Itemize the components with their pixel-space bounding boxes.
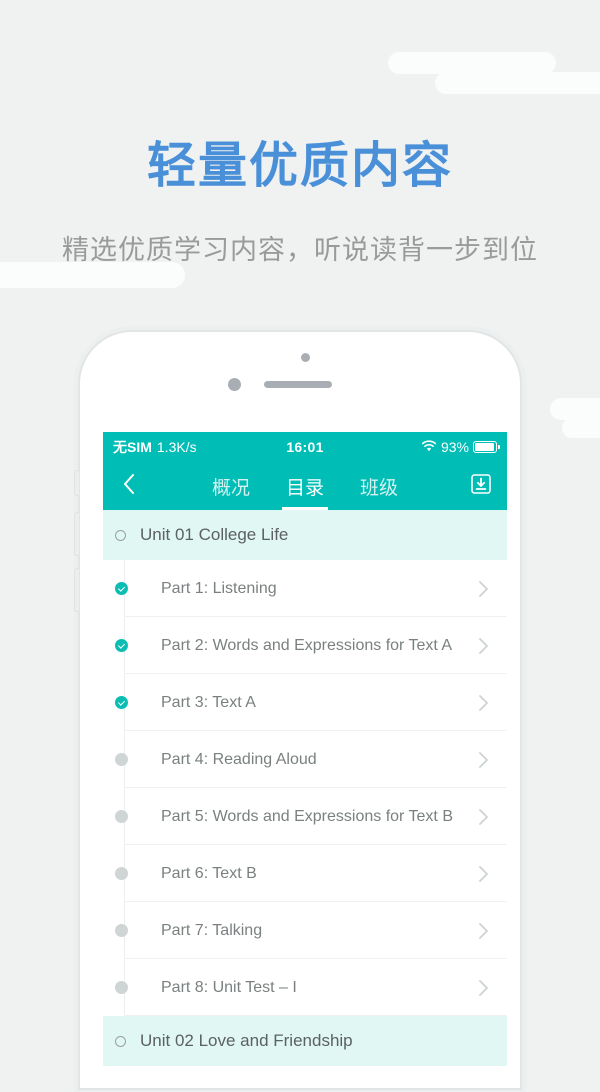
part-title: Part 4: Reading Aloud bbox=[161, 750, 317, 768]
part-title: Part 6: Text B bbox=[161, 864, 257, 882]
download-icon bbox=[470, 473, 492, 500]
chevron-right-icon bbox=[478, 865, 489, 883]
cloud-decoration bbox=[562, 418, 600, 438]
battery-icon bbox=[473, 441, 500, 453]
cloud-decoration bbox=[388, 52, 556, 74]
unit-status-circle-icon bbox=[115, 529, 126, 541]
unit-title: Unit 02 Love and Friendship bbox=[140, 1031, 353, 1050]
list-item[interactable]: Part 6: Text B bbox=[103, 845, 507, 902]
chevron-right-icon bbox=[478, 922, 489, 940]
part-title: Part 1: Listening bbox=[161, 579, 277, 597]
part-title: Part 8: Unit Test – I bbox=[161, 978, 297, 996]
nav-tabs: 概况 目录 班级 bbox=[155, 462, 455, 510]
clock-label: 16:01 bbox=[286, 439, 324, 455]
pending-circle-icon bbox=[115, 981, 128, 994]
unit-header-row[interactable]: Unit 02 Love and Friendship bbox=[103, 1016, 507, 1066]
earpiece-speaker-icon bbox=[264, 381, 332, 388]
list-item[interactable]: Part 8: Unit Test – I bbox=[103, 959, 507, 1016]
status-bar-left: 无SIM 1.3K/s bbox=[113, 437, 286, 457]
front-camera-icon bbox=[228, 378, 241, 391]
status-bar-right: 93% bbox=[324, 439, 500, 455]
list-item[interactable]: Part 2: Words and Expressions for Text A bbox=[103, 617, 507, 674]
tab-class[interactable]: 班级 bbox=[356, 462, 402, 510]
chevron-right-icon bbox=[478, 637, 489, 655]
volume-down-button[interactable] bbox=[74, 568, 79, 612]
pending-circle-icon bbox=[115, 810, 128, 823]
battery-percent-label: 93% bbox=[440, 439, 469, 455]
chevron-right-icon bbox=[478, 580, 489, 598]
wifi-icon bbox=[421, 439, 437, 455]
chevron-left-icon bbox=[122, 473, 136, 500]
list-item[interactable]: Part 1: Listening bbox=[103, 560, 507, 617]
tab-class-label: 班级 bbox=[360, 477, 399, 499]
part-title: Part 7: Talking bbox=[161, 921, 263, 939]
phone-screen: 无SIM 1.3K/s 16:01 93% 概况 目录 班级 Unit 01 C… bbox=[103, 432, 507, 1067]
download-button[interactable] bbox=[455, 462, 507, 510]
unit-status-circle-icon bbox=[115, 1035, 126, 1047]
back-button[interactable] bbox=[103, 462, 155, 510]
pending-circle-icon bbox=[115, 867, 128, 880]
chevron-right-icon bbox=[478, 694, 489, 712]
tab-catalog[interactable]: 目录 bbox=[281, 462, 329, 510]
cloud-decoration bbox=[550, 398, 600, 420]
chevron-right-icon bbox=[478, 808, 489, 826]
chevron-right-icon bbox=[478, 979, 489, 997]
part-title: Part 3: Text A bbox=[161, 693, 256, 711]
part-title: Part 5: Words and Expressions for Text B bbox=[161, 807, 453, 825]
part-title: Part 2: Words and Expressions for Text A bbox=[161, 636, 453, 654]
chevron-right-icon bbox=[478, 751, 489, 769]
unit-parts: Part 1: Listening Part 2: Words and Expr… bbox=[103, 560, 507, 1016]
silent-switch[interactable] bbox=[74, 470, 79, 496]
list-item[interactable]: Part 3: Text A bbox=[103, 674, 507, 731]
list-item[interactable]: Part 4: Reading Aloud bbox=[103, 731, 507, 788]
proximity-sensor-icon bbox=[301, 353, 310, 362]
nav-bar: 概况 目录 班级 bbox=[103, 462, 507, 510]
list-item[interactable]: Part 5: Words and Expressions for Text B bbox=[103, 788, 507, 845]
cloud-decoration bbox=[435, 72, 600, 94]
tab-overview[interactable]: 概况 bbox=[208, 462, 254, 510]
tab-overview-label: 概况 bbox=[211, 477, 250, 499]
page-subtitle: 精选优质学习内容，听说读背一步到位 bbox=[62, 235, 538, 265]
check-circle-icon bbox=[115, 582, 128, 595]
carrier-label: 无SIM bbox=[113, 439, 152, 455]
pending-circle-icon bbox=[115, 924, 128, 937]
network-speed-label: 1.3K/s bbox=[156, 439, 197, 455]
status-bar: 无SIM 1.3K/s 16:01 93% bbox=[103, 432, 507, 462]
unit-title: Unit 01 College Life bbox=[140, 525, 289, 544]
list-item[interactable]: Part 7: Talking bbox=[103, 902, 507, 959]
check-circle-icon bbox=[115, 639, 128, 652]
tab-catalog-label: 目录 bbox=[285, 477, 324, 499]
catalog-list: Unit 01 College Life Part 1: Listening P… bbox=[103, 510, 507, 1066]
unit-header-row[interactable]: Unit 01 College Life bbox=[103, 510, 507, 560]
pending-circle-icon bbox=[115, 753, 128, 766]
page-title: 轻量优质内容 bbox=[146, 139, 453, 193]
volume-up-button[interactable] bbox=[74, 512, 79, 556]
check-circle-icon bbox=[115, 696, 128, 709]
